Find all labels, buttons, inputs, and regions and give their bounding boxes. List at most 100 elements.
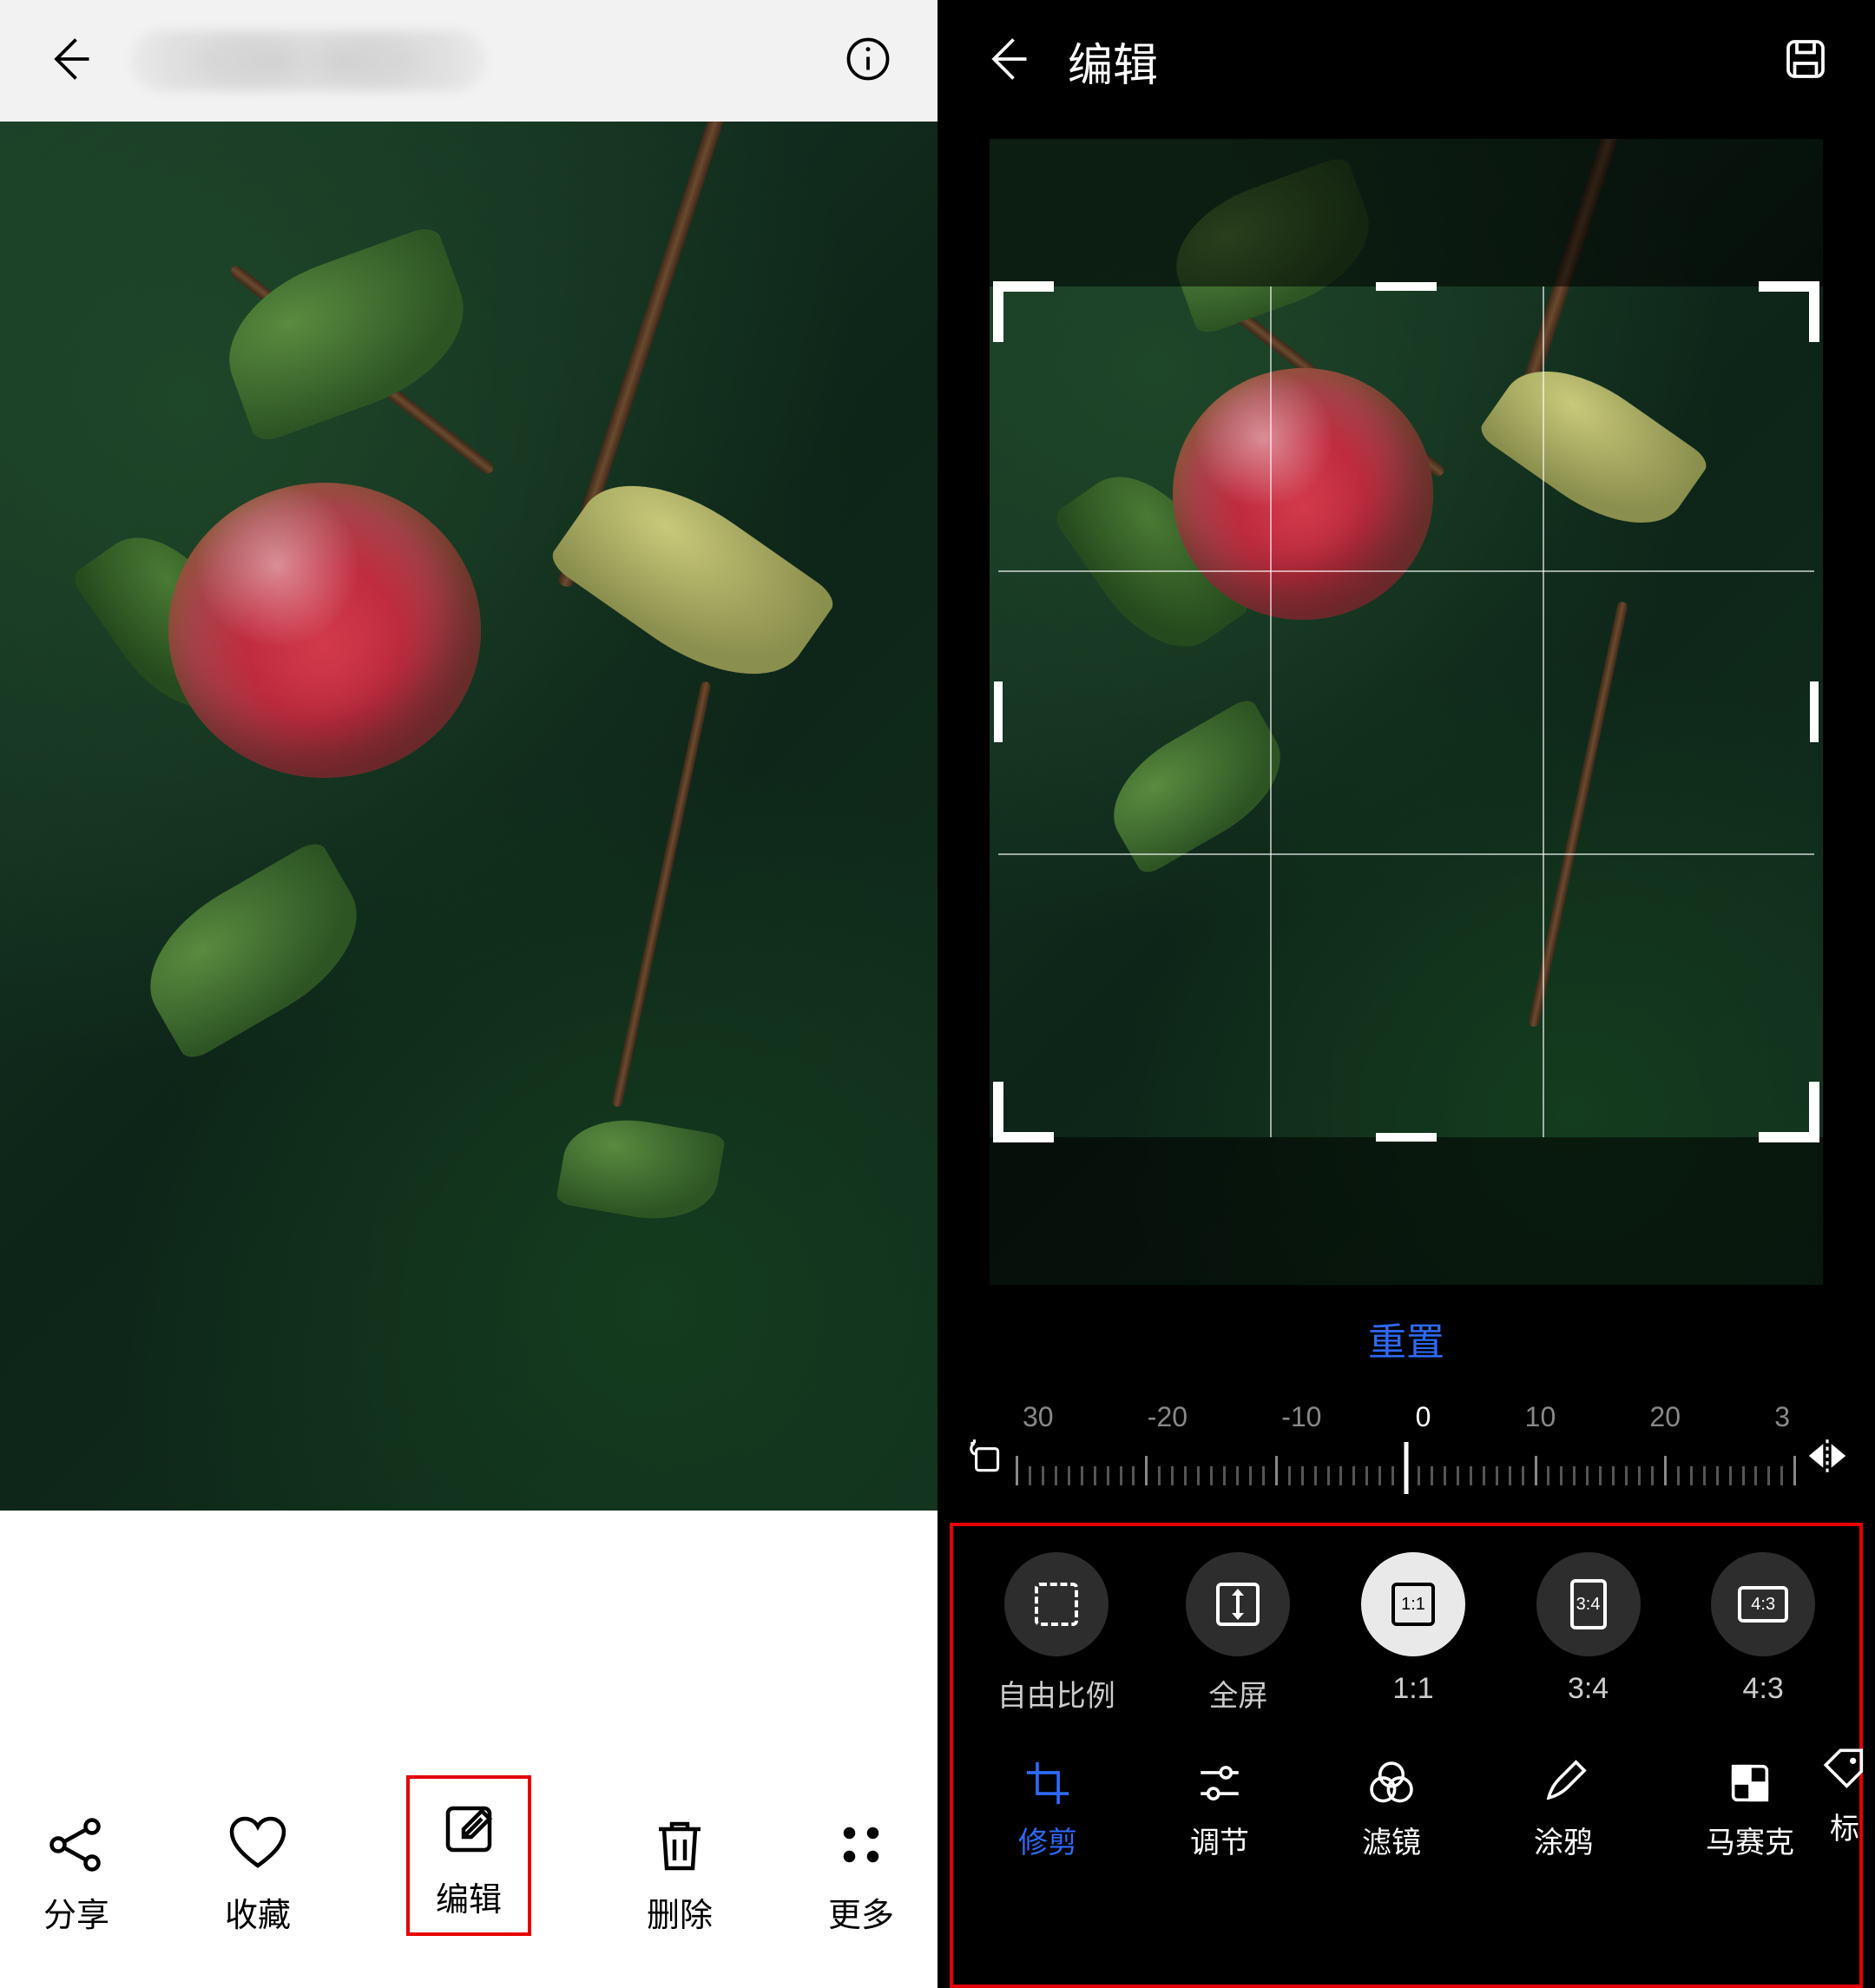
ruler-label: -20 xyxy=(1148,1401,1188,1433)
tool-adjust[interactable]: 调节 xyxy=(1190,1758,1249,1861)
grid-line xyxy=(1543,286,1544,1137)
ruler-label: 30 xyxy=(1023,1401,1054,1433)
ratio-label: 全屏 xyxy=(1208,1672,1267,1715)
ruler-tick xyxy=(1068,1466,1070,1485)
ruler-tick xyxy=(1573,1466,1576,1485)
ratio-free[interactable]: 自由比例 xyxy=(997,1552,1115,1715)
editor-back-button[interactable] xyxy=(981,33,1033,89)
tool-mosaic[interactable]: 马赛克 xyxy=(1706,1758,1794,1861)
favorite-button[interactable]: 收藏 xyxy=(225,1814,291,1936)
delete-button[interactable]: 删除 xyxy=(647,1814,713,1936)
share-button[interactable]: 分享 xyxy=(43,1814,109,1936)
ruler-tick xyxy=(1094,1466,1096,1485)
ruler-tick xyxy=(1081,1466,1083,1485)
flip-button[interactable] xyxy=(1806,1434,1849,1482)
reset-button[interactable]: 重置 xyxy=(1368,1321,1444,1364)
ruler-tick xyxy=(1612,1466,1615,1485)
favorite-label: 收藏 xyxy=(225,1888,291,1936)
ratio-circle xyxy=(1186,1552,1290,1656)
ruler-tick xyxy=(1729,1466,1732,1485)
crop-handle-left[interactable] xyxy=(994,681,1003,742)
ratio-icon: 1:1 xyxy=(1391,1583,1435,1626)
crop-handle-tl[interactable] xyxy=(993,281,1054,342)
photo-content xyxy=(0,122,938,1511)
ruler-tick xyxy=(1262,1466,1265,1485)
ruler-tick xyxy=(1055,1466,1057,1485)
ratio-icon xyxy=(1035,1583,1078,1626)
tool-label-overflow[interactable]: 标 xyxy=(1819,1744,1870,1847)
tool-adjust-label: 调节 xyxy=(1190,1819,1249,1861)
ruler-center-marker xyxy=(1405,1442,1409,1494)
tool-doodle-label: 涂鸦 xyxy=(1534,1819,1593,1861)
crop-handle-right[interactable] xyxy=(1810,681,1819,742)
ratio-4_3[interactable]: 4:34:3 xyxy=(1711,1552,1815,1706)
ratio-label: 3:4 xyxy=(1568,1672,1609,1706)
edit-button[interactable]: 编辑 xyxy=(406,1775,531,1936)
tool-filter[interactable]: 滤镜 xyxy=(1362,1758,1421,1861)
ruler-tick xyxy=(1171,1466,1174,1485)
tool-crop[interactable]: 修剪 xyxy=(1018,1758,1077,1861)
editor-title: 编辑 xyxy=(1068,29,1158,94)
ratio-3_4[interactable]: 3:4 3:4 xyxy=(1536,1552,1641,1706)
ruler-tick xyxy=(1249,1466,1252,1485)
ruler-label: 3 xyxy=(1774,1401,1790,1433)
ratio-icon: 4:3 xyxy=(1738,1586,1788,1623)
ratio-1_1[interactable]: 1:11:1 xyxy=(1361,1552,1465,1706)
tool-label-label: 标 xyxy=(1830,1805,1859,1847)
viewer-header xyxy=(0,0,938,122)
ruler-tick xyxy=(1664,1456,1667,1485)
ruler-tick xyxy=(1586,1466,1589,1485)
delete-label: 删除 xyxy=(647,1888,713,1936)
back-button[interactable] xyxy=(43,33,95,89)
grid-line xyxy=(998,570,1814,572)
ruler-tick xyxy=(1431,1466,1433,1485)
info-button[interactable] xyxy=(842,33,894,89)
ratio-full[interactable]: 全屏 xyxy=(1186,1552,1290,1715)
tool-crop-label: 修剪 xyxy=(1018,1819,1077,1861)
ratio-circle xyxy=(1004,1552,1109,1656)
ruler-tick xyxy=(1651,1466,1654,1485)
ruler-tick xyxy=(1793,1456,1796,1485)
grid-line xyxy=(1270,286,1272,1137)
crop-canvas[interactable] xyxy=(938,122,1875,1302)
ruler-tick xyxy=(1223,1466,1226,1485)
ruler-tick xyxy=(1145,1456,1148,1485)
viewer-toolbar: 分享 收藏 编辑 删除 更多 xyxy=(0,1511,938,1988)
crop-handle-tr[interactable] xyxy=(1759,281,1819,342)
ruler-tick xyxy=(1339,1466,1342,1485)
more-label: 更多 xyxy=(828,1888,894,1936)
ratio-circle: 1:1 xyxy=(1361,1552,1465,1656)
aspect-ratio-row: 自由比例全屏 1:11:1 3:4 3:4 4:34:3 xyxy=(962,1544,1851,1732)
photo-preview[interactable] xyxy=(0,122,938,1511)
ruler-label: 20 xyxy=(1649,1401,1681,1433)
ruler-tick xyxy=(1327,1466,1330,1485)
ruler-tick xyxy=(1418,1466,1420,1485)
ruler-tick xyxy=(1496,1466,1498,1485)
save-button[interactable] xyxy=(1780,33,1832,89)
rotate-button[interactable] xyxy=(964,1434,1007,1482)
ruler-label: 10 xyxy=(1525,1401,1556,1433)
crop-handle-bottom[interactable] xyxy=(1376,1133,1437,1142)
ruler-label: -10 xyxy=(1281,1401,1321,1433)
ruler-tick xyxy=(1703,1466,1706,1485)
ruler-tick xyxy=(1690,1466,1693,1485)
share-label: 分享 xyxy=(43,1888,109,1936)
rotation-ruler-row: 30-20-10010203 xyxy=(938,1401,1875,1514)
rotation-ruler[interactable]: 30-20-10010203 xyxy=(1016,1401,1797,1514)
ratio-icon: 3:4 xyxy=(1570,1579,1607,1629)
ruler-tick xyxy=(1560,1466,1562,1485)
crop-dim-top xyxy=(990,139,1823,286)
ruler-tick xyxy=(1470,1466,1472,1485)
crop-frame[interactable] xyxy=(998,286,1814,1137)
ruler-tick xyxy=(1132,1466,1135,1485)
ruler-tick xyxy=(1599,1466,1602,1485)
crop-handle-bl[interactable] xyxy=(993,1082,1054,1142)
ratio-circle: 4:3 xyxy=(1711,1552,1815,1656)
ruler-tick xyxy=(1236,1466,1239,1485)
redacted-title xyxy=(130,30,486,91)
tool-doodle[interactable]: 涂鸦 xyxy=(1534,1758,1593,1861)
edit-label: 编辑 xyxy=(436,1873,502,1920)
crop-handle-top[interactable] xyxy=(1376,282,1437,291)
crop-handle-br[interactable] xyxy=(1759,1082,1819,1142)
more-button[interactable]: 更多 xyxy=(828,1814,894,1936)
